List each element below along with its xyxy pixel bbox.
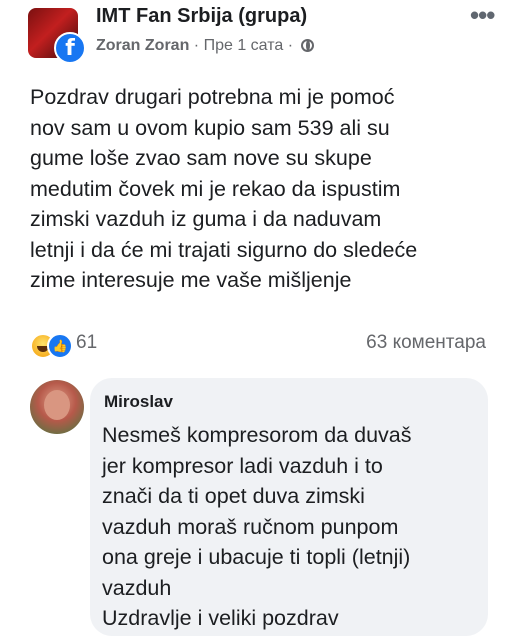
comment-line: Uzdravlje i veliki pozdrav	[102, 606, 339, 630]
commenter-avatar[interactable]	[30, 380, 84, 434]
post-body: Pozdrav drugari potrebna mi je pomoć nov…	[30, 82, 500, 296]
comment-line: vazduh	[102, 575, 172, 600]
facebook-icon: f	[54, 32, 86, 64]
post-body-line: medutim čovek mi je rekao da ispustim	[30, 176, 401, 201]
commenter-name[interactable]: Miroslav	[104, 392, 173, 412]
post-author[interactable]: Zoran Zoran	[96, 37, 189, 54]
post-body-line: zimski vazduh iz guma i da naduvam	[30, 207, 382, 231]
post-header: f IMT Fan Srbija (grupa) Zoran Zoran · П…	[0, 0, 512, 72]
post-body-line: gume loše zvao sam nove su skupe	[30, 146, 372, 170]
post-body-line: Pozdrav drugari potrebna mi je pomoć	[30, 85, 395, 109]
meta-separator: ·	[193, 37, 200, 54]
globe-icon	[300, 39, 314, 52]
comment-line: znači da ti opet duva zimski	[102, 484, 365, 508]
comment-line: vazduh moraš ručnom punpom	[102, 514, 399, 539]
comment-bubble: Miroslav Nesmeš kompresorom da duvaš jer…	[90, 378, 488, 636]
post-body-line: letnji i da će mi trajati sigurno do sle…	[30, 237, 418, 262]
more-options-icon[interactable]: •••	[470, 0, 495, 31]
comment-count[interactable]: 63 коментара	[366, 332, 486, 354]
reaction-count: 61	[76, 332, 98, 353]
post-meta: Zoran Zoran · Пре 1 сата ·	[96, 37, 314, 55]
comment-text: Nesmeš kompresorom da duvaš jer kompreso…	[102, 420, 482, 634]
group-name[interactable]: IMT Fan Srbija (grupa)	[96, 5, 307, 28]
avatar-photo	[44, 390, 70, 420]
post-body-line: zime interesuje me vaše mišljenje	[30, 268, 352, 292]
comment-line: jer kompresor ladi vazduh i to	[102, 453, 383, 478]
meta-separator-2: ·	[287, 37, 294, 54]
post-time[interactable]: Пре 1 сата	[204, 37, 284, 54]
post-body-line: nov sam u ovom kupio sam 539 ali su	[30, 115, 390, 140]
comment-line: Nesmeš kompresorom da duvaš	[102, 423, 412, 447]
like-reaction-icon: 👍	[47, 333, 73, 359]
comment-line: ona greje i ubacuje ti topli (letnji)	[102, 545, 411, 569]
